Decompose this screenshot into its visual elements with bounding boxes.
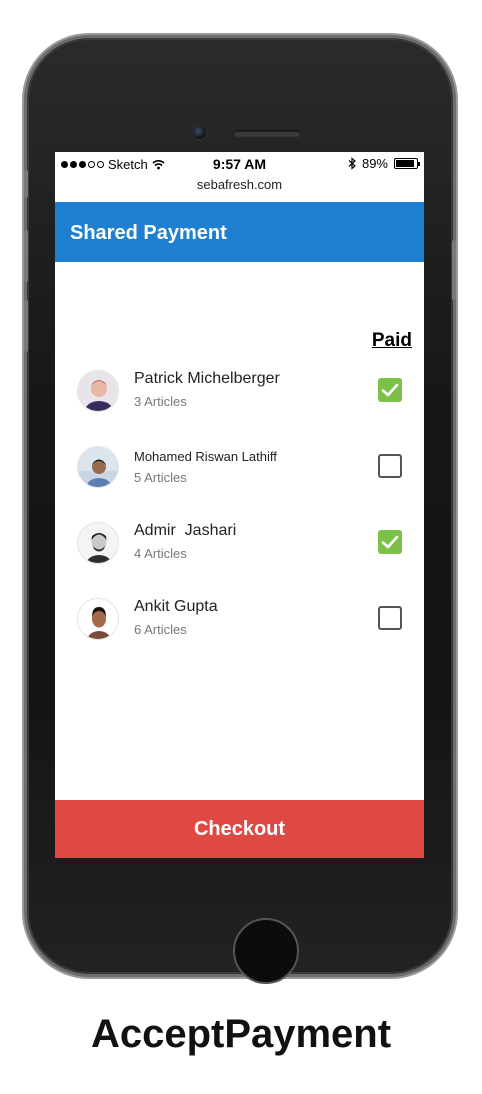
volume-down-button (24, 300, 28, 352)
person-name: Admir Jashari (134, 522, 237, 539)
article-count: 4 Articles (134, 546, 187, 561)
volume-up-button (24, 230, 28, 282)
page-url[interactable]: sebafresh.com (55, 177, 424, 192)
list-item: Patrick Michelberger 3 Articles (55, 362, 424, 422)
paid-checkbox[interactable] (378, 606, 402, 630)
person-name: Patrick Michelberger (134, 370, 280, 387)
battery-percent: 89% (361, 156, 388, 171)
status-right: 89% (348, 156, 420, 171)
paid-column-header: Paid (371, 330, 412, 351)
earpiece-speaker (233, 130, 301, 137)
avatar (77, 370, 119, 412)
list-item: Mohamed Riswan Lathiff 5 Articles (55, 438, 424, 498)
checkout-button[interactable]: Checkout (55, 800, 424, 858)
person-name: Mohamed Riswan Lathiff (134, 449, 277, 464)
page-title: Shared Payment (70, 222, 227, 244)
article-count: 5 Articles (134, 470, 187, 485)
battery-icon (394, 158, 420, 169)
paid-checkbox[interactable] (378, 378, 402, 402)
home-button[interactable] (233, 918, 299, 984)
bluetooth-icon (348, 157, 356, 170)
caption-title: AcceptPayment (90, 1012, 392, 1056)
app-header: Shared Payment (55, 202, 424, 262)
front-camera-icon (193, 126, 206, 139)
list-item: Admir Jashari 4 Articles (55, 514, 424, 574)
avatar (77, 522, 119, 564)
paid-checkbox[interactable] (378, 454, 402, 478)
article-count: 3 Articles (134, 394, 187, 409)
paid-checkbox[interactable] (378, 530, 402, 554)
checkmark-icon (381, 535, 399, 549)
avatar (77, 598, 119, 640)
person-name: Ankit Gupta (134, 598, 218, 615)
power-button (452, 240, 456, 300)
list-item: Ankit Gupta 6 Articles (55, 590, 424, 650)
phone-screen: Sketch 9:57 AM 89% sebafresh.com Shared … (55, 152, 424, 858)
article-count: 6 Articles (134, 622, 187, 637)
status-bar: Sketch 9:57 AM 89% sebafresh.com (55, 152, 424, 192)
avatar (77, 446, 119, 488)
checkmark-icon (381, 383, 399, 397)
mute-switch (24, 170, 28, 198)
battery-level (396, 160, 414, 167)
